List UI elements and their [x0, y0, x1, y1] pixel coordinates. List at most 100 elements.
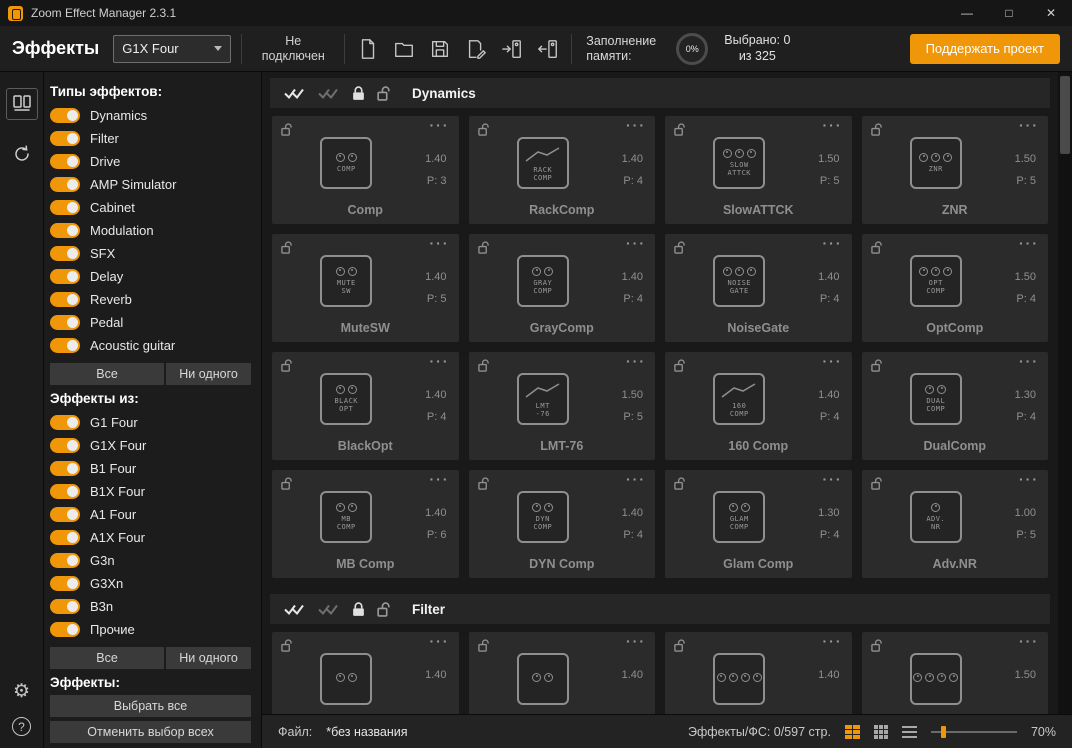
scrollbar-thumb[interactable]: [1060, 76, 1070, 154]
select-all-section-icon[interactable]: [284, 86, 306, 101]
import-to-device-button[interactable]: [499, 36, 525, 62]
toggle-device-b1-four[interactable]: B1 Four: [48, 457, 251, 480]
maximize-button[interactable]: □: [988, 0, 1030, 26]
toggle-switch[interactable]: [50, 461, 80, 476]
deselect-all-effects-button[interactable]: Отменить выбор всех: [50, 721, 251, 743]
effect-card[interactable]: ··· 1.40: [469, 632, 656, 714]
effect-card[interactable]: ··· 160 COMP 1.40 P: 4 160 Comp: [665, 352, 852, 460]
devices-none-button[interactable]: Ни одного: [166, 647, 251, 669]
open-file-button[interactable]: [391, 36, 417, 62]
effect-card[interactable]: ··· MUTE SW 1.40 P: 5 MuteSW: [272, 234, 459, 342]
toggle-type-amp-simulator[interactable]: AMP Simulator: [48, 173, 251, 196]
toggle-device-b1x-four[interactable]: B1X Four: [48, 480, 251, 503]
effect-menu-button[interactable]: ···: [1019, 633, 1039, 649]
toggle-switch[interactable]: [50, 338, 80, 353]
effect-card[interactable]: ··· RACK COMP 1.40 P: 4 RackComp: [469, 116, 656, 224]
toggle-switch[interactable]: [50, 131, 80, 146]
types-none-button[interactable]: Ни одного: [166, 363, 251, 385]
new-file-button[interactable]: [355, 36, 381, 62]
minimize-button[interactable]: —: [946, 0, 988, 26]
toggle-switch[interactable]: [50, 177, 80, 192]
zoom-slider[interactable]: [931, 725, 1017, 739]
toggle-switch[interactable]: [50, 484, 80, 499]
vertical-scrollbar[interactable]: [1058, 72, 1072, 714]
view-list-button[interactable]: [902, 725, 917, 739]
toggle-device-прочие[interactable]: Прочие: [48, 618, 251, 641]
export-from-device-button[interactable]: [535, 36, 561, 62]
toggle-switch[interactable]: [50, 507, 80, 522]
effect-menu-button[interactable]: ···: [1019, 117, 1039, 133]
unlock-section-icon[interactable]: [377, 86, 390, 101]
effect-menu-button[interactable]: ···: [1019, 471, 1039, 487]
toggle-switch[interactable]: [50, 438, 80, 453]
effect-card[interactable]: ··· 1.40: [665, 632, 852, 714]
save-button[interactable]: [427, 36, 453, 62]
toggle-device-g3xn[interactable]: G3Xn: [48, 572, 251, 595]
toggle-type-cabinet[interactable]: Cabinet: [48, 196, 251, 219]
view-small-grid-button[interactable]: [874, 725, 888, 739]
toggle-switch[interactable]: [50, 315, 80, 330]
toggle-type-reverb[interactable]: Reverb: [48, 288, 251, 311]
effect-card[interactable]: ··· DUAL COMP 1.30 P: 4 DualComp: [862, 352, 1049, 460]
toggle-switch[interactable]: [50, 576, 80, 591]
settings-gear-icon[interactable]: ⚙: [13, 682, 30, 701]
effect-menu-button[interactable]: ···: [626, 117, 646, 133]
toggle-switch[interactable]: [50, 415, 80, 430]
toggle-type-dynamics[interactable]: Dynamics: [48, 104, 251, 127]
sync-icon[interactable]: [12, 144, 32, 164]
device-select[interactable]: G1X Four: [113, 35, 231, 63]
toggle-device-g1x-four[interactable]: G1X Four: [48, 434, 251, 457]
effect-card[interactable]: ··· GLAM COMP 1.30 P: 4 Glam Comp: [665, 470, 852, 578]
effect-menu-button[interactable]: ···: [430, 633, 450, 649]
toggle-switch[interactable]: [50, 154, 80, 169]
effect-card[interactable]: ··· MB COMP 1.40 P: 6 MB Comp: [272, 470, 459, 578]
view-large-grid-button[interactable]: [845, 725, 860, 739]
toggle-type-modulation[interactable]: Modulation: [48, 219, 251, 242]
lock-section-icon[interactable]: [352, 602, 365, 617]
devices-all-button[interactable]: Все: [50, 647, 164, 669]
help-icon[interactable]: ?: [12, 717, 31, 736]
toggle-switch[interactable]: [50, 269, 80, 284]
toggle-switch[interactable]: [50, 530, 80, 545]
effect-menu-button[interactable]: ···: [823, 353, 843, 369]
effect-card[interactable]: ··· BLACK OPT 1.40 P: 4 BlackOpt: [272, 352, 459, 460]
effect-menu-button[interactable]: ···: [1019, 235, 1039, 251]
effect-card[interactable]: ··· 1.50: [862, 632, 1049, 714]
effect-card[interactable]: ··· 1.40: [272, 632, 459, 714]
effect-menu-button[interactable]: ···: [626, 471, 646, 487]
toggle-device-g3n[interactable]: G3n: [48, 549, 251, 572]
toggle-device-a1-four[interactable]: A1 Four: [48, 503, 251, 526]
effect-menu-button[interactable]: ···: [430, 471, 450, 487]
effect-card[interactable]: ··· OPT COMP 1.50 P: 4 OptComp: [862, 234, 1049, 342]
zoom-slider-handle[interactable]: [941, 726, 946, 738]
toggle-switch[interactable]: [50, 553, 80, 568]
toggle-type-sfx[interactable]: SFX: [48, 242, 251, 265]
effect-menu-button[interactable]: ···: [823, 117, 843, 133]
toggle-switch[interactable]: [50, 246, 80, 261]
toggle-switch[interactable]: [50, 292, 80, 307]
select-all-effects-button[interactable]: Выбрать все: [50, 695, 251, 717]
effect-menu-button[interactable]: ···: [626, 235, 646, 251]
toggle-type-acoustic-guitar[interactable]: Acoustic guitar: [48, 334, 251, 357]
toggle-type-filter[interactable]: Filter: [48, 127, 251, 150]
toggle-switch[interactable]: [50, 622, 80, 637]
toggle-switch[interactable]: [50, 200, 80, 215]
select-all-section-icon[interactable]: [284, 602, 306, 617]
deselect-all-section-icon[interactable]: [318, 86, 340, 101]
toggle-device-g1-four[interactable]: G1 Four: [48, 411, 251, 434]
toggle-switch[interactable]: [50, 223, 80, 238]
toggle-switch[interactable]: [50, 599, 80, 614]
effect-menu-button[interactable]: ···: [1019, 353, 1039, 369]
toggle-device-b3n[interactable]: B3n: [48, 595, 251, 618]
effect-card[interactable]: ··· COMP 1.40 P: 3 Comp: [272, 116, 459, 224]
toggle-type-drive[interactable]: Drive: [48, 150, 251, 173]
lock-section-icon[interactable]: [352, 86, 365, 101]
effect-menu-button[interactable]: ···: [626, 633, 646, 649]
toggle-type-pedal[interactable]: Pedal: [48, 311, 251, 334]
effect-menu-button[interactable]: ···: [430, 353, 450, 369]
effect-card[interactable]: ··· ZNR 1.50 P: 5 ZNR: [862, 116, 1049, 224]
effect-card[interactable]: ··· LMT -76 1.50 P: 5 LMT-76: [469, 352, 656, 460]
effect-card[interactable]: ··· DYN COMP 1.40 P: 4 DYN Comp: [469, 470, 656, 578]
close-button[interactable]: ✕: [1030, 0, 1072, 26]
effect-menu-button[interactable]: ···: [823, 471, 843, 487]
